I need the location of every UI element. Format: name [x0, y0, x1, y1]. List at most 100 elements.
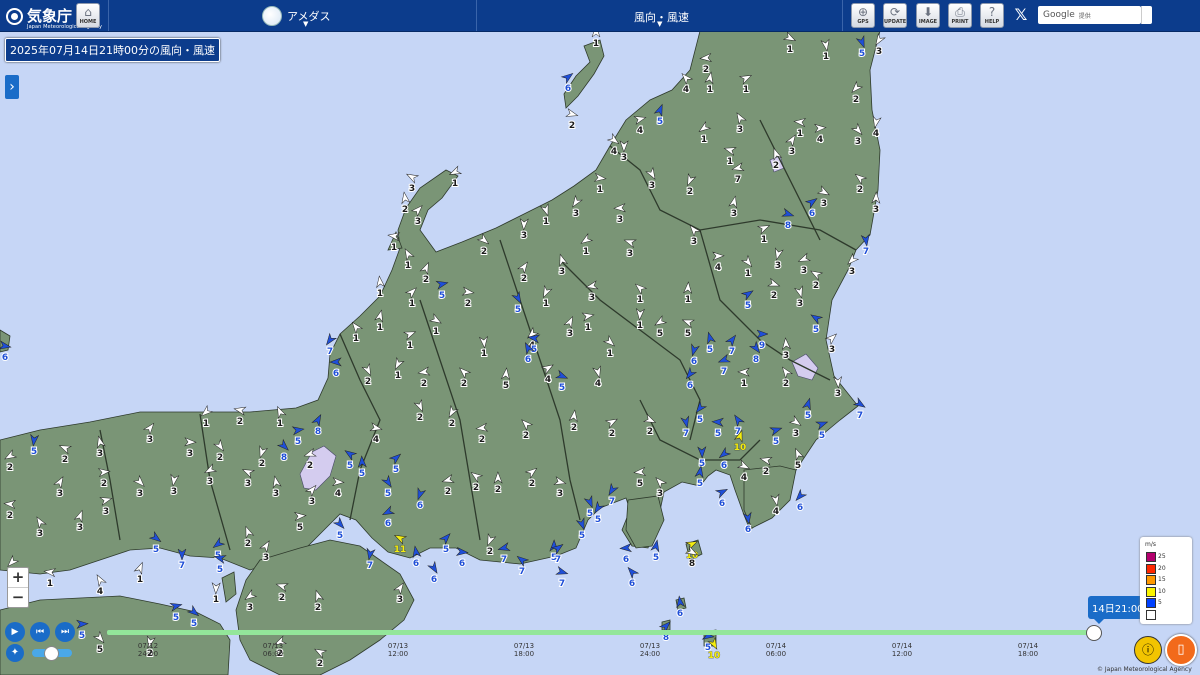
- jma-logo[interactable]: 気象庁 Japan Meteorological Agency: [6, 5, 102, 30]
- wind-speed-label: 10: [708, 651, 721, 661]
- legend-toggle-button[interactable]: ▯: [1165, 634, 1197, 666]
- timeline-handle[interactable]: [1086, 625, 1102, 641]
- tick-date: 07/13: [387, 642, 409, 650]
- gps-button[interactable]: ⊕ GPS: [851, 3, 875, 28]
- side-panel-toggle[interactable]: ›: [5, 75, 19, 99]
- wind-speed-label: 1: [395, 371, 401, 381]
- wind-speed-label: 4: [373, 435, 379, 445]
- element-selector[interactable]: アメダス: [262, 6, 330, 26]
- wind-speed-label: 1: [405, 261, 411, 271]
- wind-speed-label: 6: [721, 461, 727, 471]
- search-button[interactable]: [1141, 6, 1152, 24]
- wind-speed-label: 3: [77, 523, 83, 533]
- wind-speed-label: 5: [685, 329, 691, 339]
- wind-speed-label: 4: [683, 85, 689, 95]
- legend-item: [1146, 609, 1190, 620]
- wind-speed-label: 5: [503, 381, 509, 391]
- wind-speed-label: 2: [315, 603, 321, 613]
- wind-speed-label: 2: [423, 275, 429, 285]
- slider-handle[interactable]: [44, 646, 59, 661]
- wind-speed-label: 3: [731, 209, 737, 219]
- wind-speed-label: 10: [734, 443, 747, 453]
- wind-speed-label: 2: [703, 65, 709, 75]
- step-forward-button[interactable]: ⏭: [55, 622, 75, 642]
- wind-speed-label: 3: [617, 215, 623, 225]
- wind-speed-label: 2: [245, 539, 251, 549]
- play-button[interactable]: ▶: [5, 622, 25, 642]
- wind-speed-label: 1: [701, 135, 707, 145]
- wind-speed-label: 5: [337, 531, 343, 541]
- wind-speed-label: 3: [627, 249, 633, 259]
- legend-item: 20: [1146, 563, 1190, 574]
- wind-speed-label: 2: [421, 379, 427, 389]
- wind-speed-label: 3: [309, 497, 315, 507]
- station-info-button[interactable]: ⓘ: [1134, 636, 1162, 664]
- legend-swatch: [1146, 598, 1156, 608]
- zoom-out-button[interactable]: −: [8, 588, 28, 607]
- wind-speed-label: 3: [573, 209, 579, 219]
- wind-speed-label: 8: [753, 355, 759, 365]
- update-button[interactable]: ⟳ UPDATE: [883, 3, 907, 28]
- wind-speed-label: 6: [565, 84, 571, 94]
- step-forward-icon: ⏭: [60, 627, 70, 637]
- wind-speed-label: 1: [637, 321, 643, 331]
- step-back-button[interactable]: ⏮: [30, 622, 50, 642]
- wind-speed-label: 6: [525, 355, 531, 365]
- x-share-button[interactable]: 𝕏: [1012, 6, 1030, 24]
- wind-speed-label: 2: [402, 205, 408, 215]
- timeline-bar[interactable]: [107, 630, 1093, 635]
- print-icon: ⎙: [955, 5, 965, 19]
- wind-speed-label: 1: [277, 419, 283, 429]
- wind-speed-label: 1: [707, 85, 713, 95]
- wind-speed-label: 5: [657, 329, 663, 339]
- tick-time: 12:00: [387, 650, 409, 658]
- print-button[interactable]: ⎙ PRINT: [948, 3, 972, 28]
- opacity-slider[interactable]: ✦: [6, 644, 74, 662]
- help-button[interactable]: ? HELP: [980, 3, 1004, 28]
- wind-speed-label: 2: [479, 435, 485, 445]
- x-logo-icon: 𝕏: [1014, 5, 1028, 24]
- legend-item: 5: [1146, 598, 1190, 608]
- wind-speed-label: 6: [797, 503, 803, 513]
- wind-speed-label: 4: [97, 587, 103, 597]
- wind-speed-label: 3: [557, 489, 563, 499]
- wind-speed-label: 1: [47, 579, 53, 589]
- amedas-wind-map[interactable]: 1625 324 1 111213544311 234 3413231 3272368133…: [0, 0, 1200, 675]
- wind-speed-label: 3: [97, 449, 103, 459]
- wind-speed-legend: m/s 25 20 15 10 5: [1140, 537, 1192, 624]
- wind-speed-label: 6: [745, 525, 751, 535]
- play-icon: ▶: [11, 627, 19, 637]
- wind-speed-label: 3: [273, 489, 279, 499]
- wind-speed-label: 6: [719, 499, 725, 509]
- update-icon: ⟳: [889, 5, 901, 19]
- legend-unit: m/s: [1145, 541, 1156, 548]
- header-bar: 気象庁 Japan Meteorological Agency ⌂ HOME ア…: [0, 0, 1200, 32]
- wind-speed-label: 5: [805, 411, 811, 421]
- wind-speed-label: 3: [415, 217, 421, 227]
- info-icon: ⓘ: [1141, 643, 1154, 657]
- wind-speed-label: 2: [449, 419, 455, 429]
- home-button[interactable]: ⌂ HOME: [76, 3, 100, 28]
- image-button[interactable]: ⬇ IMAGE: [916, 3, 940, 28]
- wind-speed-label: 7: [857, 411, 863, 421]
- wind-speed-label: 1: [543, 299, 549, 309]
- search-input[interactable]: Google 提供: [1038, 6, 1141, 24]
- wind-speed-label: 1: [745, 269, 751, 279]
- wind-speed-label: 5: [715, 429, 721, 439]
- tick-date: 07/14: [1017, 642, 1039, 650]
- tick-time: 24:00: [137, 650, 159, 658]
- observation-time-title: 2025年07月14日21時00分の風向・風速: [5, 38, 220, 62]
- wind-speed-label: 2: [417, 413, 423, 423]
- wind-speed-label: 1: [743, 85, 749, 95]
- legend-label: 10: [1158, 587, 1166, 595]
- wind-speed-label: 3: [263, 553, 269, 563]
- wind-speed-label: 3: [57, 489, 63, 499]
- compass-icon: ✦: [6, 644, 24, 662]
- wind-speed-label: 2: [687, 187, 693, 197]
- legend-swatch: [1146, 575, 1156, 585]
- wind-speed-label: 5: [393, 465, 399, 475]
- jma-logo-icon: [6, 7, 23, 25]
- zoom-in-button[interactable]: +: [8, 568, 28, 588]
- wind-speed-label: 7: [519, 567, 525, 577]
- wind-speed-label: 4: [335, 489, 341, 499]
